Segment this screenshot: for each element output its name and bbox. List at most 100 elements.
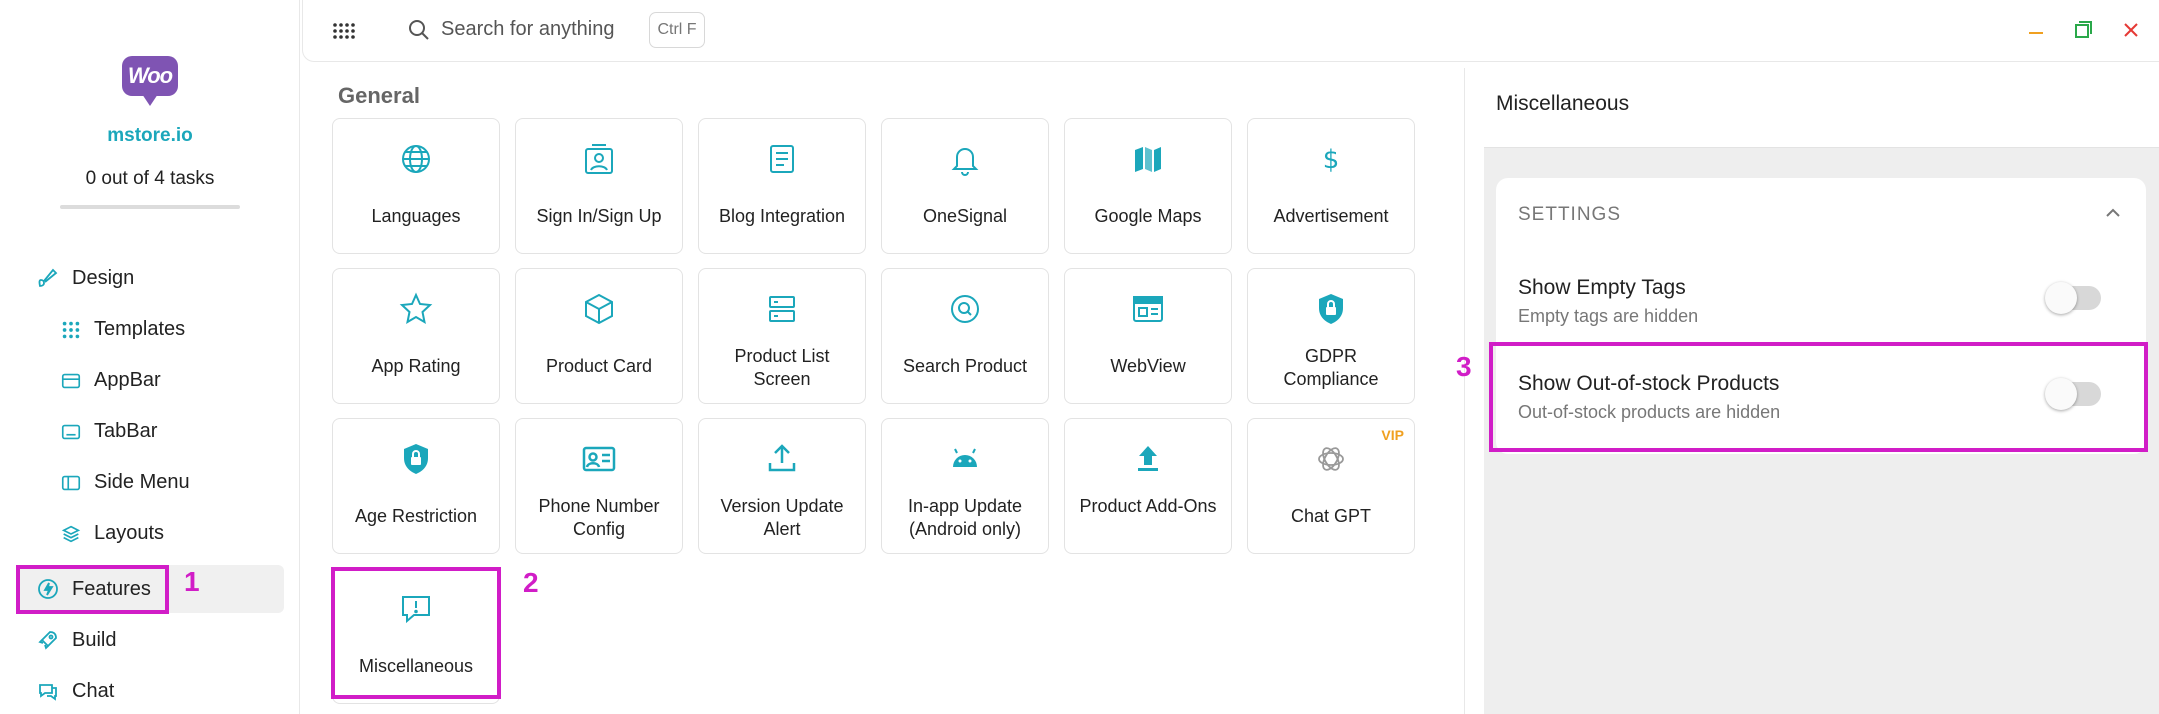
side-menu-icon (61, 475, 81, 490)
feature-card-label: Age Restriction (354, 506, 478, 526)
rocket-icon (38, 631, 57, 650)
feature-card-label: App Rating (371, 356, 461, 376)
brush-icon (38, 268, 58, 287)
sidebar-item-appbar[interactable]: AppBar (60, 369, 161, 392)
feature-card-label: Sign In/Sign Up (536, 206, 662, 226)
feature-card-label: Version Update Alert (720, 496, 844, 539)
sidebar-item-label: TabBar (94, 420, 158, 442)
feature-card-google-maps[interactable]: Google Maps (1064, 118, 1232, 254)
search-input[interactable]: Search for anything (441, 18, 614, 41)
highlight-box-features (16, 565, 169, 614)
dots-grid-icon (62, 321, 80, 338)
feature-card-label: Blog Integration (718, 206, 846, 226)
feature-card-app-rating[interactable]: App Rating (332, 268, 500, 404)
feature-card-label: Advertisement (1273, 206, 1389, 226)
feature-card-search-product[interactable]: Search Product (881, 268, 1049, 404)
search-icon (409, 20, 429, 40)
android-icon (953, 448, 977, 467)
feature-card-onesignal[interactable]: OneSignal (881, 118, 1049, 254)
sidebar-item-side-menu[interactable]: Side Menu (60, 471, 190, 494)
appbar-icon (61, 373, 81, 388)
feature-card-product-list[interactable]: Product List Screen (698, 268, 866, 404)
search-circle-icon (951, 295, 979, 323)
document-icon (770, 145, 794, 173)
feature-card-label: Product List Screen (734, 346, 830, 389)
sidebar-item-design[interactable]: Design (36, 266, 134, 290)
detail-header: Miscellaneous (1484, 62, 2159, 148)
sidebar: Woo mstore.io 0 out of 4 tasks Design Te… (0, 0, 300, 714)
map-icon (1135, 147, 1161, 172)
sidebar-item-label: Side Menu (94, 471, 190, 493)
highlight-box-miscellaneous (331, 567, 501, 699)
server-list-icon (769, 296, 795, 322)
feature-card-languages[interactable]: Languages (332, 118, 500, 254)
setting-title: Show Empty Tags (1518, 276, 1686, 299)
minimize-icon[interactable] (2022, 16, 2050, 44)
woo-logo: Woo (122, 56, 178, 106)
sidebar-item-label: AppBar (94, 369, 161, 391)
sidebar-item-label: Chat (72, 679, 115, 702)
dollar-icon: $ (1323, 145, 1340, 175)
feature-card-age-restriction[interactable]: Age Restriction (332, 418, 500, 554)
features-panel: General Languages Sign In/Sign Up Blog I… (310, 68, 1465, 714)
top-bar: Search for anything Ctrl F (302, 0, 2159, 62)
settings-header[interactable]: SETTINGS (1518, 204, 1621, 226)
feature-card-label: Product Card (545, 356, 653, 376)
toggle-knob (2045, 282, 2077, 314)
box-icon (585, 293, 613, 325)
feature-card-label: Languages (371, 206, 461, 226)
feature-card-label: OneSignal (922, 206, 1008, 226)
feature-card-product-addons[interactable]: Product Add-Ons (1064, 418, 1232, 554)
feature-card-label: Phone Number Config (538, 496, 660, 539)
sidebar-item-label: Build (72, 628, 117, 651)
show-empty-tags-toggle[interactable] (2045, 282, 2101, 314)
browser-icon (1133, 296, 1163, 322)
sidebar-item-label: Layouts (94, 522, 165, 544)
sidebar-item-layouts[interactable]: Layouts (60, 522, 164, 545)
shortcut-hint: Ctrl F (649, 12, 705, 48)
user-card-icon (585, 144, 613, 174)
svg-text:$: $ (1323, 145, 1340, 175)
feature-card-phone-config[interactable]: Phone Number Config (515, 418, 683, 554)
sidebar-item-templates[interactable]: Templates (60, 318, 185, 341)
feature-card-label: Product Add-Ons (1079, 496, 1217, 516)
feature-card-in-app-update[interactable]: In-app Update (Android only) (881, 418, 1049, 554)
sidebar-item-chat[interactable]: Chat (36, 679, 114, 703)
feature-card-sign-in[interactable]: Sign In/Sign Up (515, 118, 683, 254)
feature-card-blog[interactable]: Blog Integration (698, 118, 866, 254)
sidebar-item-build[interactable]: Build (36, 628, 116, 652)
chevron-up-icon[interactable] (2102, 202, 2124, 224)
feature-card-label: GDPR Compliance (1283, 346, 1379, 389)
feature-card-webview[interactable]: WebView (1064, 268, 1232, 404)
shield-lock-icon (1319, 294, 1343, 324)
globe-icon (402, 145, 430, 173)
tasks-counter: 0 out of 4 tasks (85, 168, 215, 189)
feature-card-label: Google Maps (1094, 206, 1202, 226)
section-title: General (338, 83, 420, 108)
close-icon[interactable] (2117, 16, 2145, 44)
setting-subtitle: Empty tags are hidden (1518, 306, 1699, 326)
bell-icon (951, 148, 979, 176)
maximize-icon[interactable] (2069, 16, 2097, 44)
openai-icon (1318, 447, 1344, 471)
tabbar-icon (61, 424, 81, 439)
feature-card-chat-gpt[interactable]: VIP Chat GPT (1247, 418, 1415, 554)
detail-panel: Miscellaneous SETTINGS Show Empty Tags E… (1456, 62, 2159, 714)
apps-grid-icon[interactable] (331, 18, 357, 44)
chat-icon (39, 684, 57, 701)
shield-lock-icon (404, 444, 428, 474)
feature-card-label: Search Product (902, 356, 1028, 376)
feature-card-label: WebView (1110, 356, 1186, 376)
contact-card-icon (582, 446, 616, 472)
layers-icon (61, 525, 81, 542)
tasks-progress-bar (60, 205, 240, 209)
highlight-box-out-of-stock (1489, 342, 2148, 452)
store-name[interactable]: mstore.io (0, 125, 300, 147)
feature-card-product-card[interactable]: Product Card (515, 268, 683, 404)
sidebar-item-tabbar[interactable]: TabBar (60, 420, 157, 443)
feature-card-gdpr[interactable]: GDPR Compliance (1247, 268, 1415, 404)
feature-card-version-update[interactable]: Version Update Alert (698, 418, 866, 554)
feature-card-advertisement[interactable]: $ Advertisement (1247, 118, 1415, 254)
app-window: Woo mstore.io 0 out of 4 tasks Design Te… (0, 0, 2159, 714)
sidebar-item-label: Design (72, 266, 135, 289)
